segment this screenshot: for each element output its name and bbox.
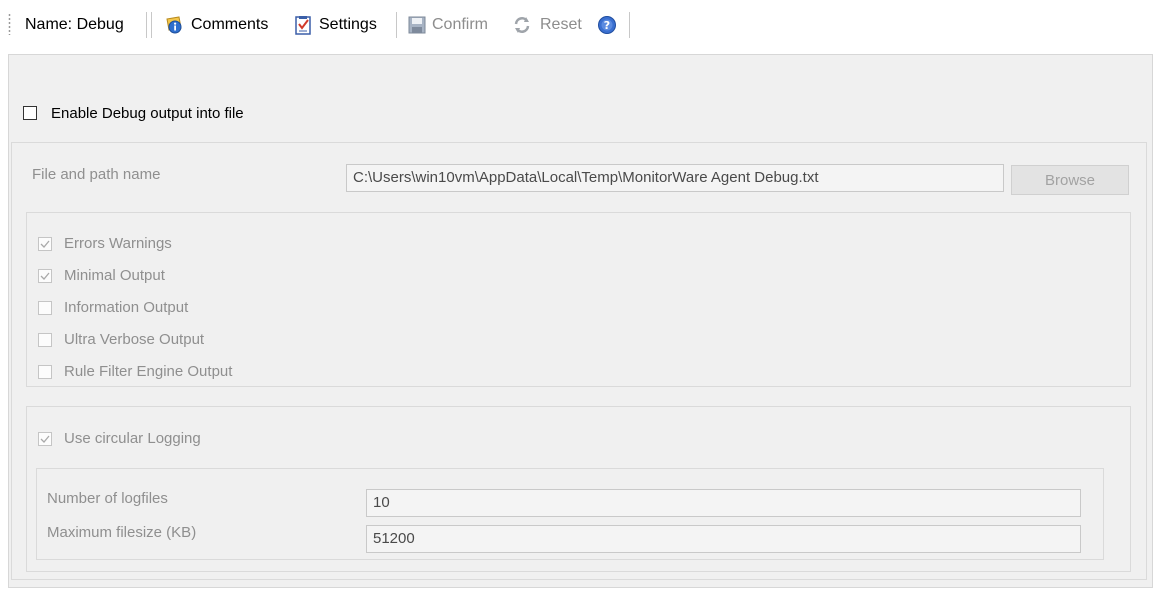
enable-debug-label: Enable Debug output into file: [51, 105, 244, 122]
minimal-output-checkbox[interactable]: [38, 269, 52, 283]
file-path-label: File and path name: [32, 166, 161, 183]
rule-filter-engine-output-label: Rule Filter Engine Output: [64, 363, 233, 380]
information-output-checkbox[interactable]: [38, 301, 52, 315]
toolbar-separator: [629, 12, 630, 38]
circular-logging-label: Use circular Logging: [64, 430, 201, 447]
toolbar-separator: [151, 12, 152, 38]
max-filesize-label: Maximum filesize (KB): [47, 524, 197, 541]
settings-label: Settings: [319, 16, 377, 33]
reset-arrows-icon: [514, 17, 530, 33]
help-icon[interactable]: ?: [597, 15, 617, 35]
file-path-input[interactable]: C:\Users\win10vm\AppData\Local\Temp\Moni…: [346, 164, 1004, 192]
ultra-verbose-output-label: Ultra Verbose Output: [64, 331, 205, 348]
minimal-output-label: Minimal Output: [64, 267, 165, 284]
reset-label: Reset: [540, 16, 582, 33]
debug-levels-group: [26, 212, 1131, 387]
toolbar-separator: [396, 12, 397, 38]
rule-filter-engine-output-checkbox[interactable]: [38, 365, 52, 379]
toolbar-grip[interactable]: [8, 13, 11, 35]
confirm-label: Confirm: [432, 16, 489, 33]
logfiles-count-label: Number of logfiles: [47, 490, 168, 507]
toolbar: Name: Debug Comments Settings Confirm Re…: [0, 0, 1167, 54]
errors-warnings-checkbox[interactable]: [38, 237, 52, 251]
rule-name-label: Name: Debug: [25, 16, 124, 33]
browse-button[interactable]: Browse: [1011, 165, 1129, 195]
logfiles-count-input[interactable]: 10: [366, 489, 1081, 517]
circular-logging-checkbox[interactable]: [38, 432, 52, 446]
comments-info-icon: [166, 16, 182, 34]
errors-warnings-label: Errors Warnings: [64, 235, 172, 252]
ultra-verbose-output-checkbox[interactable]: [38, 333, 52, 347]
enable-debug-checkbox[interactable]: [23, 106, 37, 120]
save-disk-icon: [408, 16, 426, 34]
svg-text:?: ?: [604, 19, 610, 32]
comments-label: Comments: [191, 16, 269, 33]
debug-settings-panel: Enable Debug output into file File and p…: [8, 54, 1153, 588]
settings-checklist-icon: [295, 16, 311, 35]
toolbar-separator: [146, 12, 147, 38]
information-output-label: Information Output: [64, 299, 189, 316]
max-filesize-input[interactable]: 51200: [366, 525, 1081, 553]
